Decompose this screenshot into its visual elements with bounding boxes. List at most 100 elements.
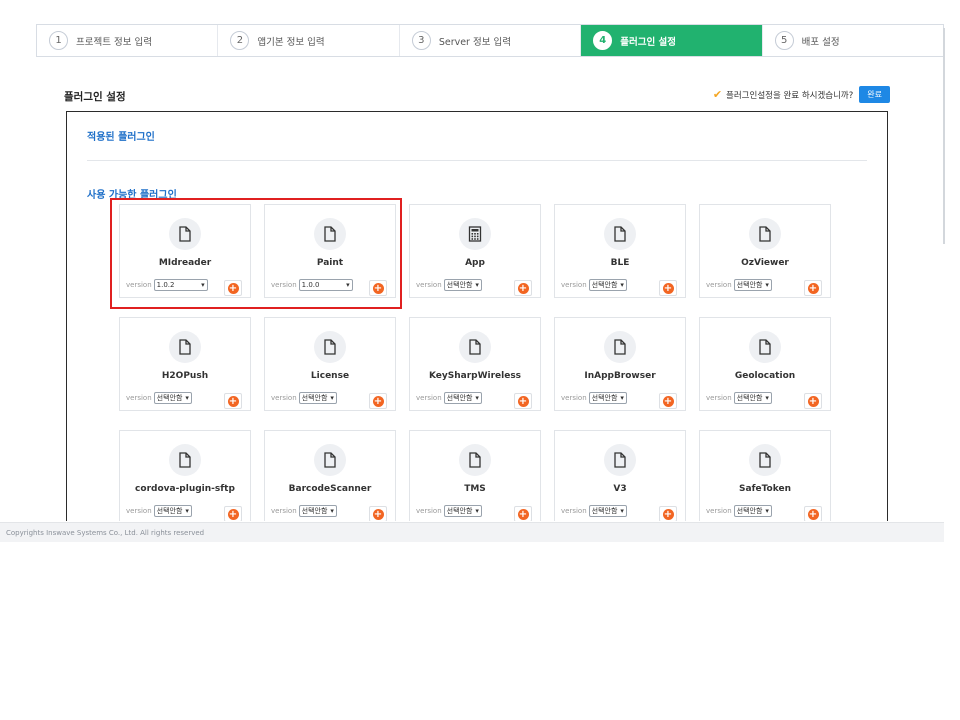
scrollbar[interactable] [943,28,945,244]
version-label: version [416,507,442,515]
version-select[interactable]: 선택안함 ▾ [588,279,627,291]
add-plugin-button[interactable]: + [514,280,532,296]
available-plugins-title: 사용 가능한 플러그인 [87,190,177,201]
plus-icon: + [517,508,529,520]
add-plugin-button[interactable]: + [804,506,822,521]
version-select[interactable]: 선택안함 ▾ [443,279,482,291]
plus-icon: + [517,395,529,407]
add-plugin-button[interactable]: + [804,280,822,296]
version-label: version [706,394,732,402]
step-label: 앱기본 정보 입력 [257,36,325,48]
version-row: version 선택안함 ▾ [416,505,482,517]
step-label: Server 정보 입력 [438,36,511,48]
version-select[interactable]: 선택안함 ▾ [588,392,627,404]
check-icon: ✔ [712,88,723,101]
version-value: 선택안함 [736,507,763,515]
add-plugin-button[interactable]: + [224,506,242,521]
version-value: 선택안함 [736,281,763,289]
done-button[interactable]: 완료 [859,86,890,103]
step-label: 프로젝트 정보 입력 [76,36,152,48]
chevron-down-icon: ▾ [765,394,769,402]
footer: Copyrights Inswave Systems Co., Ltd. All… [0,522,944,542]
plus-icon: + [517,282,529,294]
version-select[interactable]: 1.0.0 ▾ [298,279,353,291]
plugin-card: H2OPush version 선택안함 ▾ + [119,317,251,411]
plugin-card: OzViewer version 선택안함 ▾ + [699,204,831,298]
version-select[interactable]: 선택안함 ▾ [298,392,337,404]
version-label: version [416,394,442,402]
wizard-stepper: 1 프로젝트 정보 입력 2 앱기본 정보 입력 3 Server 정보 입력 … [36,24,944,57]
add-plugin-button[interactable]: + [224,393,242,409]
step-server-info[interactable]: 3 Server 정보 입력 [400,25,582,56]
add-plugin-button[interactable]: + [369,280,387,296]
version-select[interactable]: 1.0.2 ▾ [153,279,208,291]
step-plugin-settings[interactable]: 4 플러그인 설정 [581,25,763,56]
chevron-down-icon: ▾ [330,507,334,515]
version-value: 선택안함 [591,281,618,289]
version-value: 선택안함 [446,507,473,515]
applied-plugins-title: 적용된 플러그인 [87,132,155,143]
version-row: version 선택안함 ▾ [706,505,772,517]
version-select[interactable]: 선택안함 ▾ [443,392,482,404]
confirm-bar: ✔ 플러그인설정을 완료 하시겠습니까? 완료 [713,86,890,103]
chevron-down-icon: ▾ [620,394,624,402]
version-row: version 선택안함 ▾ [561,505,627,517]
add-plugin-button[interactable]: + [514,393,532,409]
plugin-card: InAppBrowser version 선택안함 ▾ + [554,317,686,411]
version-label: version [561,507,587,515]
plugin-name: BLE [610,258,630,268]
file-icon [459,444,491,476]
plugin-name: InAppBrowser [584,371,656,381]
version-row: version 1.0.0 ▾ [271,279,353,291]
add-plugin-button[interactable]: + [804,393,822,409]
version-value: 선택안함 [736,394,763,402]
add-plugin-button[interactable]: + [514,506,532,521]
version-label: version [271,394,297,402]
file-icon [169,218,201,250]
version-label: version [706,507,732,515]
add-plugin-button[interactable]: + [369,393,387,409]
version-select[interactable]: 선택안함 ▾ [733,392,772,404]
file-icon [314,444,346,476]
plugin-name: SafeToken [739,484,791,494]
add-plugin-button[interactable]: + [224,280,242,296]
version-row: version 선택안함 ▾ [416,392,482,404]
file-icon [169,331,201,363]
confirm-text: 플러그인설정을 완료 하시겠습니까? [726,90,854,101]
add-plugin-button[interactable]: + [659,280,677,296]
version-row: version 선택안함 ▾ [416,279,482,291]
step-deploy-settings[interactable]: 5 배포 설정 [763,25,943,56]
version-row: version 선택안함 ▾ [706,279,772,291]
step-number: 1 [49,31,68,50]
plugin-name: H2OPush [161,371,209,381]
plugin-name: App [465,258,485,268]
chevron-down-icon: ▾ [330,394,334,402]
chevron-down-icon: ▾ [475,507,479,515]
plugin-name: Paint [316,258,344,268]
plugin-panel: 적용된 플러그인 사용 가능한 플러그인 MIdreader version 1.0… [66,111,888,521]
plugin-card: KeySharpWireless version 선택안함 ▾ + [409,317,541,411]
plugin-name: MIdreader [158,258,212,268]
version-select[interactable]: 선택안함 ▾ [298,505,337,517]
version-select[interactable]: 선택안함 ▾ [733,279,772,291]
version-row: version 선택안함 ▾ [126,505,192,517]
add-plugin-button[interactable]: + [659,506,677,521]
add-plugin-button[interactable]: + [659,393,677,409]
version-value: 선택안함 [591,394,618,402]
step-label: 배포 설정 [801,36,840,48]
step-project-info[interactable]: 1 프로젝트 정보 입력 [37,25,219,56]
plus-icon: + [227,508,239,520]
version-select[interactable]: 선택안함 ▾ [588,505,627,517]
version-select[interactable]: 선택안함 ▾ [153,505,192,517]
version-select[interactable]: 선택안함 ▾ [733,505,772,517]
add-plugin-button[interactable]: + [369,506,387,521]
version-select[interactable]: 선택안함 ▾ [153,392,192,404]
chevron-down-icon: ▾ [201,281,205,289]
version-label: version [271,507,297,515]
step-app-info[interactable]: 2 앱기본 정보 입력 [218,25,400,56]
version-label: version [561,394,587,402]
file-icon [749,331,781,363]
plugin-name: License [310,371,350,381]
version-value: 선택안함 [156,394,183,402]
version-select[interactable]: 선택안함 ▾ [443,505,482,517]
